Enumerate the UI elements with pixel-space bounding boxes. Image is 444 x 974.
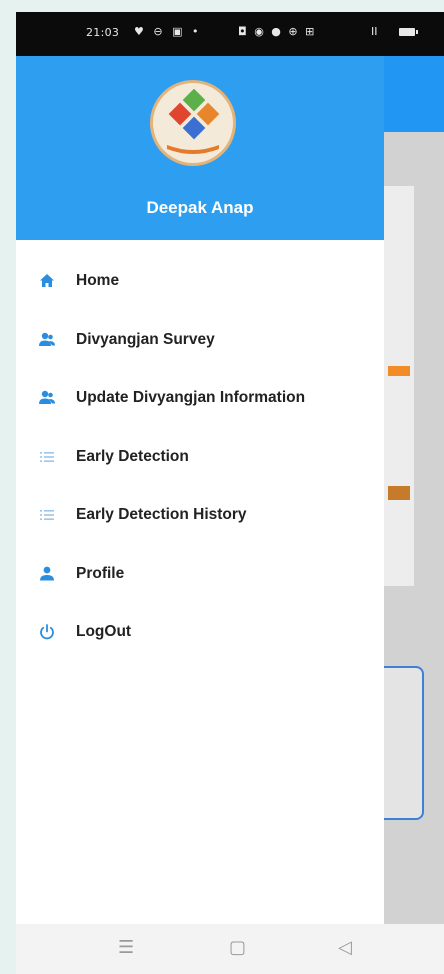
menu-label: Divyangjan Survey — [76, 330, 215, 348]
menu-item-early-detection[interactable]: Early Detection — [16, 428, 384, 487]
menu-label: LogOut — [76, 623, 132, 641]
user-name: Deepak Anap — [146, 198, 254, 217]
back-button[interactable]: ◁ — [338, 937, 352, 958]
drawer-header: Deepak Anap — [16, 56, 384, 240]
system-status-icons: ◘ ◉ ● ⊕ ⊞ — [238, 25, 317, 38]
menu-item-profile[interactable]: Profile — [16, 545, 384, 604]
power-icon — [40, 624, 54, 640]
status-bar: 21:03 ♥ ⊖ ▣ • ◘ ◉ ● ⊕ ⊞ ⵏⵏ — [16, 12, 444, 56]
menu-label: Early Detection — [76, 447, 189, 465]
background-app — [370, 56, 444, 974]
people-icon — [39, 332, 55, 346]
battery-icon — [399, 28, 418, 36]
menu-label: Update Divyangjan Information — [76, 389, 306, 407]
people-icon — [39, 391, 55, 405]
menu-item-divyangjan-survey[interactable]: Divyangjan Survey — [16, 311, 384, 370]
signal-icon: ⵏⵏ — [371, 25, 378, 38]
menu-label: Profile — [76, 564, 125, 582]
navigation-drawer: Deepak Anap Home Divyangjan Survey Updat… — [16, 56, 384, 924]
notification-icons: ♥ ⊖ ▣ • — [134, 25, 202, 38]
status-time: 21:03 — [86, 26, 120, 39]
menu-label: Early Detection History — [76, 506, 247, 524]
drawer-menu: Home Divyangjan Survey Update Divyangjan… — [16, 252, 384, 662]
phone-screen: 21:03 ♥ ⊖ ▣ • ◘ ◉ ● ⊕ ⊞ ⵏⵏ Deepak Anap H… — [16, 12, 444, 974]
background-app-bar — [384, 56, 444, 132]
menu-item-update-divyangjan-information[interactable]: Update Divyangjan Information — [16, 369, 384, 428]
menu-label: Home — [76, 272, 120, 290]
person-icon — [40, 566, 54, 581]
home-button[interactable]: ▢ — [229, 937, 246, 958]
list-icon — [40, 510, 54, 521]
recent-apps-button[interactable]: ☰ — [118, 937, 134, 958]
menu-item-logout[interactable]: LogOut — [16, 603, 384, 662]
list-icon — [40, 451, 54, 462]
menu-item-early-detection-history[interactable]: Early Detection History — [16, 486, 384, 545]
accessibility-logo-icon — [150, 80, 236, 166]
background-card — [384, 186, 414, 586]
system-navigation-bar: ☰ ▢ ◁ — [16, 924, 444, 974]
menu-item-home[interactable]: Home — [16, 252, 384, 311]
home-icon — [40, 274, 54, 288]
